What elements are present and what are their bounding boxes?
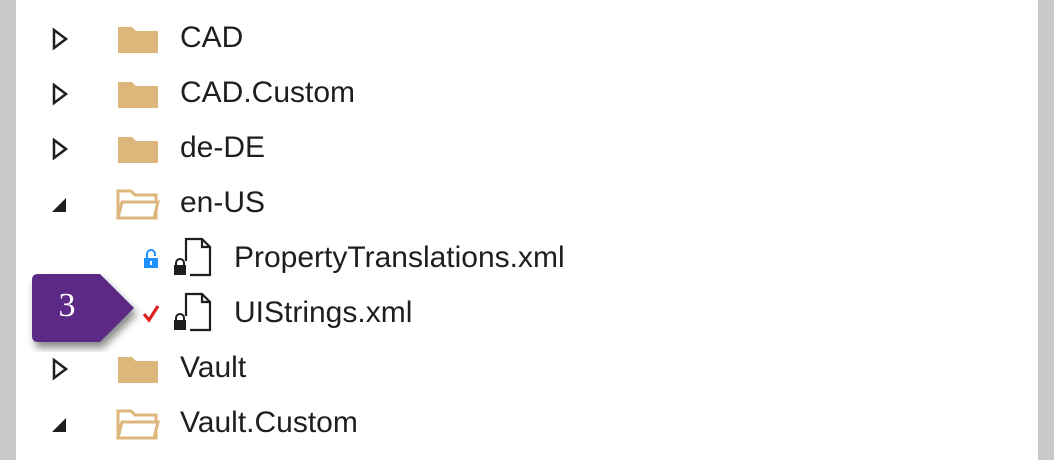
tree-item-de-de[interactable]: de-DE [16, 121, 1038, 175]
collapse-arrow-icon[interactable] [50, 192, 70, 216]
collapse-arrow-icon[interactable] [50, 412, 70, 436]
tree-item-en-us[interactable]: en-US [16, 176, 1038, 230]
tree-item-label: UIStrings.xml [234, 296, 413, 329]
callout-badge [24, 270, 164, 352]
open-folder-icon [116, 186, 160, 220]
tree-item-label: en-US [180, 186, 266, 219]
tree-item-label: CAD [180, 21, 244, 54]
folder-icon [116, 131, 160, 165]
tree-item-propertytranslations[interactable]: PropertyTranslations.xml [16, 231, 1038, 285]
tree-item-cad-custom[interactable]: CAD.Custom [16, 66, 1038, 120]
xml-file-lock-icon [168, 235, 216, 279]
tree-item-label: CAD.Custom [180, 76, 356, 109]
tree-item-label: PropertyTranslations.xml [234, 241, 565, 274]
locked-icon [142, 248, 160, 270]
callout-number: 3 [58, 287, 76, 324]
tree-item-label: Vault.Custom [180, 406, 358, 439]
open-folder-icon [116, 406, 160, 440]
expand-arrow-icon[interactable] [50, 82, 70, 106]
expand-arrow-icon[interactable] [50, 357, 70, 381]
tree-item-vault-custom[interactable]: Vault.Custom [16, 396, 1038, 450]
tree-item-uistrings[interactable]: UIStrings.xml [16, 286, 1038, 340]
solution-explorer-tree: CAD CAD.Custom de-DE en-US PropertyTrans… [16, 0, 1038, 460]
tree-item-label: Vault [180, 351, 247, 384]
tree-item-label: de-DE [180, 131, 266, 164]
expand-arrow-icon[interactable] [50, 27, 70, 51]
expand-arrow-icon[interactable] [50, 137, 70, 161]
xml-file-lock-icon [168, 290, 216, 334]
folder-icon [116, 351, 160, 385]
folder-icon [116, 76, 160, 110]
tree-item-vault[interactable]: Vault [16, 341, 1038, 395]
tree-item-cad[interactable]: CAD [16, 11, 1038, 65]
folder-icon [116, 21, 160, 55]
